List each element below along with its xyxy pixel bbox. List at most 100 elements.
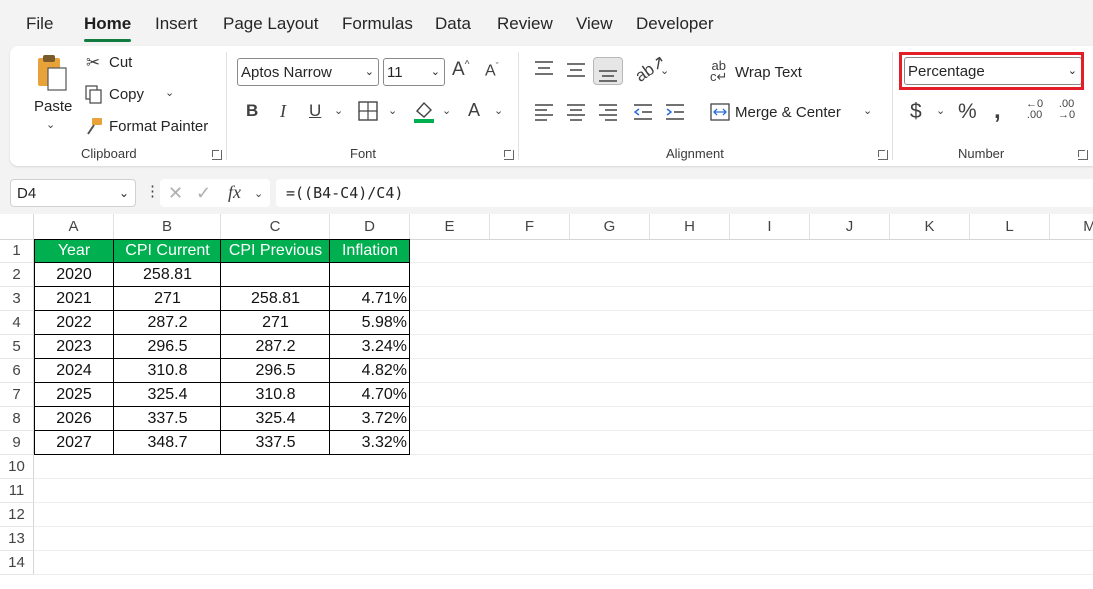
column-header-c[interactable]: C: [221, 214, 330, 240]
bottom-align-button[interactable]: [593, 57, 623, 85]
row-header-3[interactable]: 3: [0, 287, 34, 311]
table-cell[interactable]: 2021: [34, 287, 114, 311]
table-cell[interactable]: 2022: [34, 311, 114, 335]
table-cell[interactable]: 337.5: [114, 407, 221, 431]
table-cell[interactable]: 3.24%: [330, 335, 410, 359]
row-header-1[interactable]: 1: [0, 239, 34, 263]
percent-icon[interactable]: %: [958, 101, 977, 122]
table-cell[interactable]: 4.70%: [330, 383, 410, 407]
table-cell[interactable]: 2024: [34, 359, 114, 383]
row-header-7[interactable]: 7: [0, 383, 34, 407]
table-cell[interactable]: 2025: [34, 383, 114, 407]
table-header-cell[interactable]: CPI Current: [114, 239, 221, 263]
increase-indent-icon[interactable]: [665, 103, 685, 121]
column-header-f[interactable]: F: [490, 214, 570, 240]
row-header-6[interactable]: 6: [0, 359, 34, 383]
number-launcher-icon[interactable]: [1078, 150, 1088, 160]
menu-data[interactable]: Data: [435, 14, 471, 34]
table-cell[interactable]: 271: [114, 287, 221, 311]
row-header-2[interactable]: 2: [0, 263, 34, 287]
table-cell[interactable]: 4.71%: [330, 287, 410, 311]
column-header-k[interactable]: K: [890, 214, 970, 240]
row-header-14[interactable]: 14: [0, 551, 34, 575]
copy-button[interactable]: Copy: [109, 86, 144, 103]
menu-home[interactable]: Home: [84, 14, 131, 34]
paste-icon[interactable]: [34, 54, 70, 92]
align-left-icon[interactable]: [534, 103, 554, 121]
paste-button[interactable]: Paste: [34, 98, 72, 115]
table-cell[interactable]: 258.81: [114, 263, 221, 287]
column-header-i[interactable]: I: [730, 214, 810, 240]
font-name-select[interactable]: Aptos Narrow ⌄: [237, 58, 379, 86]
column-header-b[interactable]: B: [114, 214, 221, 240]
top-align-icon[interactable]: [534, 60, 554, 76]
table-header-cell[interactable]: Year: [34, 239, 114, 263]
row-header-4[interactable]: 4: [0, 311, 34, 335]
table-cell[interactable]: 5.98%: [330, 311, 410, 335]
currency-dropdown-icon[interactable]: ⌄: [936, 104, 945, 117]
name-box[interactable]: D4 ⌄: [10, 179, 136, 207]
row-header-10[interactable]: 10: [0, 455, 34, 479]
formula-input[interactable]: =((B4-C4)/C4): [276, 179, 1093, 207]
table-header-cell[interactable]: Inflation: [330, 239, 410, 263]
column-header-e[interactable]: E: [410, 214, 490, 240]
table-cell[interactable]: 271: [221, 311, 330, 335]
table-cell[interactable]: 337.5: [221, 431, 330, 455]
column-header-j[interactable]: J: [810, 214, 890, 240]
borders-icon[interactable]: [358, 101, 378, 121]
borders-dropdown-icon[interactable]: ⌄: [388, 104, 397, 117]
menu-insert[interactable]: Insert: [155, 14, 198, 34]
font-color-icon[interactable]: A: [468, 101, 480, 119]
cancel-icon[interactable]: ✕: [168, 184, 183, 202]
row-header-5[interactable]: 5: [0, 335, 34, 359]
comma-style-icon[interactable]: ,: [994, 99, 1001, 123]
merge-center-button[interactable]: Merge & Center: [735, 104, 841, 121]
paste-dropdown-icon[interactable]: ⌄: [46, 118, 55, 131]
align-right-icon[interactable]: [598, 103, 618, 121]
table-cell[interactable]: 3.32%: [330, 431, 410, 455]
table-cell[interactable]: 296.5: [221, 359, 330, 383]
column-header-h[interactable]: H: [650, 214, 730, 240]
font-size-select[interactable]: 11 ⌄: [383, 58, 445, 86]
table-header-cell[interactable]: CPI Previous: [221, 239, 330, 263]
table-cell[interactable]: 296.5: [114, 335, 221, 359]
merge-dropdown-icon[interactable]: ⌄: [863, 104, 872, 117]
middle-align-icon[interactable]: [566, 62, 586, 78]
menu-view[interactable]: View: [576, 14, 613, 34]
orientation-dropdown-icon[interactable]: ⌄: [660, 64, 669, 77]
underline-icon[interactable]: U: [309, 102, 321, 119]
cut-button[interactable]: Cut: [109, 54, 132, 71]
menu-review[interactable]: Review: [497, 14, 553, 34]
column-header-g[interactable]: G: [570, 214, 650, 240]
row-header-9[interactable]: 9: [0, 431, 34, 455]
italic-icon[interactable]: I: [280, 102, 286, 120]
increase-font-icon[interactable]: A^: [452, 60, 469, 79]
table-cell[interactable]: 4.82%: [330, 359, 410, 383]
table-cell[interactable]: 287.2: [221, 335, 330, 359]
table-cell[interactable]: 325.4: [221, 407, 330, 431]
table-cell[interactable]: [330, 263, 410, 287]
increase-decimal-icon[interactable]: ←0.00: [1026, 99, 1043, 121]
decrease-decimal-icon[interactable]: .00 →0: [1058, 99, 1075, 121]
clipboard-launcher-icon[interactable]: [212, 150, 222, 160]
menu-formulas[interactable]: Formulas: [342, 14, 413, 34]
row-header-8[interactable]: 8: [0, 407, 34, 431]
row-header-12[interactable]: 12: [0, 503, 34, 527]
table-cell[interactable]: 287.2: [114, 311, 221, 335]
menu-page-layout[interactable]: Page Layout: [223, 14, 318, 34]
copy-dropdown-icon[interactable]: ⌄: [165, 86, 174, 99]
font-launcher-icon[interactable]: [504, 150, 514, 160]
table-cell[interactable]: 258.81: [221, 287, 330, 311]
table-cell[interactable]: [221, 263, 330, 287]
select-all-corner[interactable]: [0, 214, 34, 240]
decrease-indent-icon[interactable]: [633, 103, 653, 121]
more-options-icon[interactable]: ⋮: [145, 184, 160, 199]
table-cell[interactable]: 2027: [34, 431, 114, 455]
fill-color-icon[interactable]: [413, 99, 435, 123]
table-cell[interactable]: 348.7: [114, 431, 221, 455]
column-header-m[interactable]: M: [1050, 214, 1093, 240]
table-cell[interactable]: 310.8: [221, 383, 330, 407]
table-cell[interactable]: 2026: [34, 407, 114, 431]
menu-file[interactable]: File: [26, 14, 53, 34]
decrease-font-icon[interactable]: Aˇ: [485, 62, 499, 79]
